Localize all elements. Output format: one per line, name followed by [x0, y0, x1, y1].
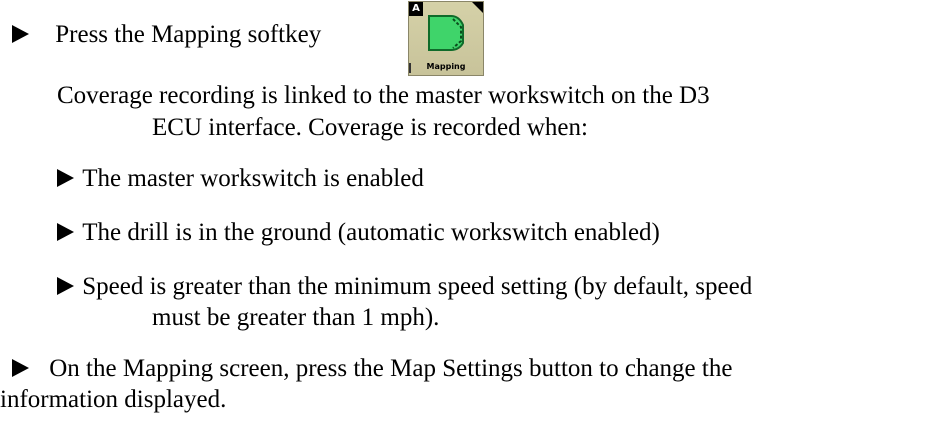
- step-continuation: information displayed.: [0, 386, 227, 413]
- bullet-arrow-icon: [12, 25, 29, 44]
- softkey-label: Mapping: [426, 62, 466, 71]
- softkey-badge: A: [409, 2, 423, 16]
- bullet-arrow-icon: [12, 359, 29, 378]
- mapping-softkey[interactable]: A Mapping: [408, 1, 484, 76]
- condition-text: The drill is in the ground (automatic wo…: [82, 219, 660, 246]
- coverage-line-1: Coverage recording is linked to the mast…: [57, 82, 710, 109]
- step-press-mapping: Press the Mapping softkey: [12, 20, 321, 50]
- condition-item: Speed is greater than the minimum speed …: [57, 272, 752, 302]
- condition-continuation: must be greater than 1 mph).: [152, 304, 440, 331]
- condition-text: Speed is greater than the minimum speed …: [82, 273, 753, 300]
- corner-marker-icon: [472, 2, 483, 13]
- step-map-settings: On the Mapping screen, press the Map Set…: [12, 354, 732, 384]
- condition-item: The master workswitch is enabled: [57, 164, 424, 194]
- coverage-line-2: ECU interface. Coverage is recorded when…: [152, 114, 588, 141]
- condition-item: The drill is in the ground (automatic wo…: [57, 218, 660, 248]
- step-text: On the Mapping screen, press the Map Set…: [49, 355, 733, 382]
- map-field-icon: [428, 15, 464, 51]
- bullet-arrow-icon: [57, 169, 74, 188]
- condition-text: The master workswitch is enabled: [82, 165, 424, 192]
- bullet-arrow-icon: [57, 277, 74, 296]
- bullet-arrow-icon: [57, 223, 74, 242]
- step-text: Press the Mapping softkey: [55, 21, 322, 48]
